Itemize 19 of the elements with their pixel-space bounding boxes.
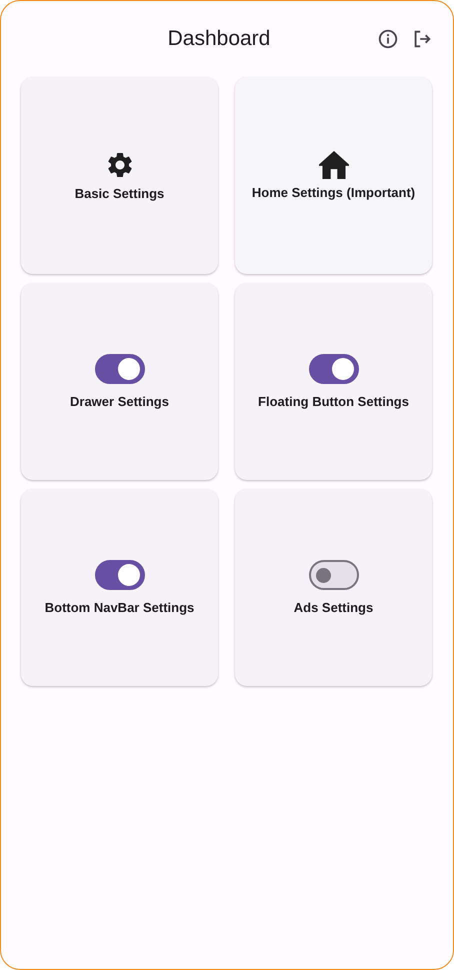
toggle-switch[interactable] [94, 560, 144, 590]
card-label: Drawer Settings [70, 394, 169, 409]
toggle-switch[interactable] [94, 354, 144, 384]
page-title: Dashboard [166, 27, 272, 51]
settings-card[interactable]: Basic Settings [21, 77, 218, 274]
settings-card[interactable]: Drawer Settings [21, 283, 218, 480]
settings-card[interactable]: Bottom NavBar Settings [21, 489, 218, 686]
settings-card[interactable]: Ads Settings [235, 489, 432, 686]
house-icon [318, 151, 348, 179]
card-label: Bottom NavBar Settings [44, 600, 194, 615]
toggle-switch[interactable] [308, 560, 358, 590]
card-label: Floating Button Settings [258, 394, 409, 409]
card-label: Ads Settings [294, 600, 374, 615]
settings-card[interactable]: Home Settings (Important) [235, 77, 432, 274]
info-icon[interactable] [377, 28, 399, 50]
settings-card[interactable]: Floating Button Settings [235, 283, 432, 480]
toggle-switch[interactable] [308, 354, 358, 384]
card-label: Home Settings (Important) [252, 185, 416, 200]
card-label: Basic Settings [74, 186, 164, 201]
